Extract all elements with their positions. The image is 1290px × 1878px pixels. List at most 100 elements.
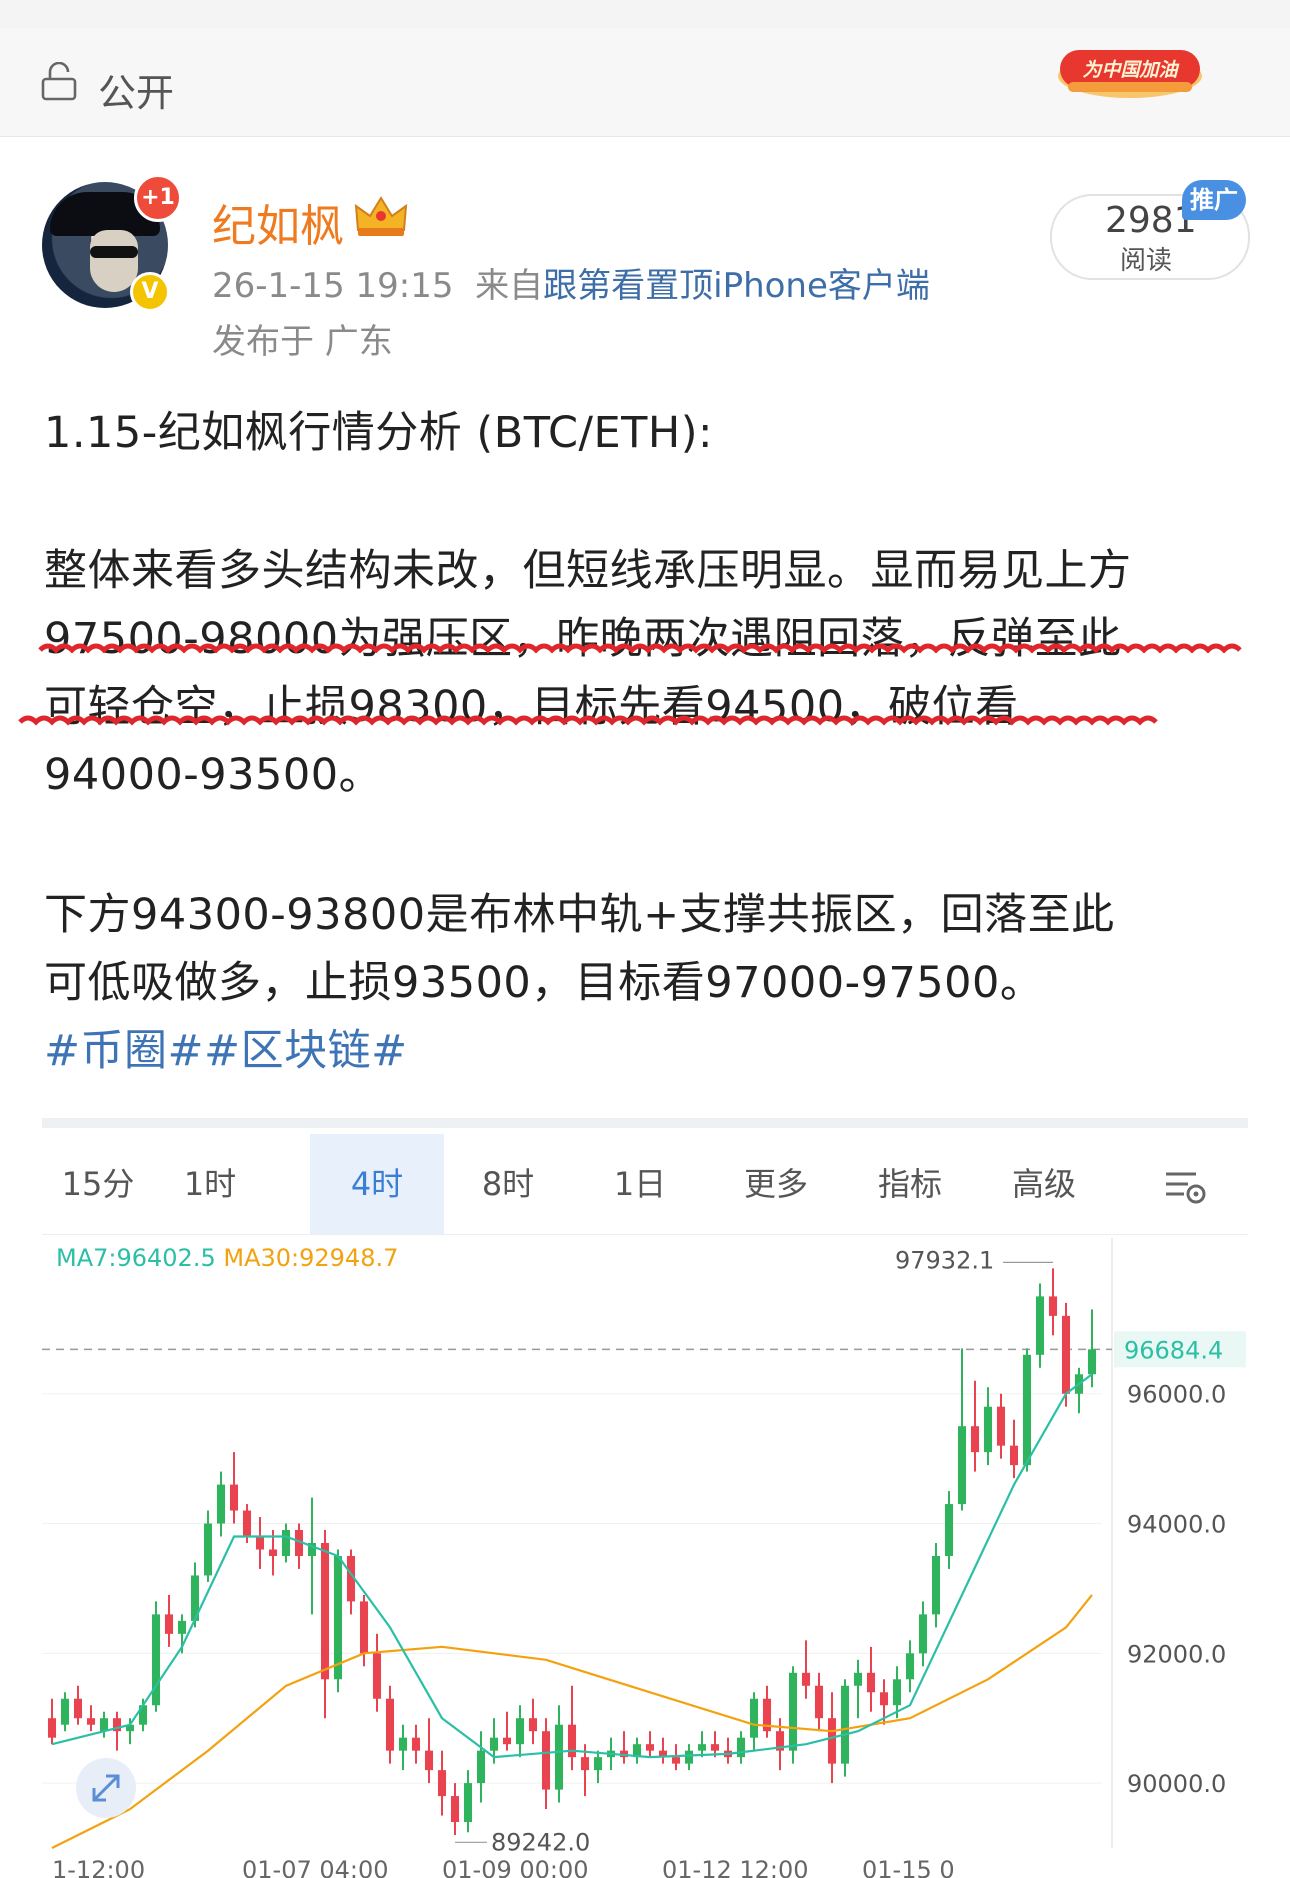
candle-body [437,1770,447,1797]
candle-body [580,1757,590,1771]
username[interactable]: 纪如枫 [212,190,344,254]
status-strip [0,0,1290,29]
candle-body [502,1737,512,1745]
tab-1d[interactable]: 1日 [584,1134,696,1234]
candle-body [788,1672,798,1751]
post-line: 下方94300-93800是布林中轨+支撑共振区，回落至此 [44,890,1115,940]
tab-15m[interactable]: 15分 [42,1134,154,1234]
last-price-label: 96684.4 [1124,1336,1223,1364]
candle-body [1061,1315,1071,1394]
y-tick-label: 92000.0 [1127,1640,1226,1668]
candle-body [320,1543,330,1680]
candle-body [385,1698,395,1751]
tab-more[interactable]: 更多 [720,1134,832,1234]
candle-body [229,1484,239,1511]
candle-body [333,1555,343,1680]
post-line: 整体来看多头结构未改，但短线承压明显。显而易见上方 [44,546,1132,596]
x-tick-label: 01-12 12:00 [662,1856,809,1878]
candle-body [645,1744,655,1751]
candle-body [528,1718,538,1732]
source-link[interactable]: 跟第看置顶iPhone客户端 [543,266,930,306]
candle-body [99,1718,109,1732]
candle-body [697,1744,707,1751]
candle-body [476,1750,486,1784]
hashtag-links[interactable]: #币圈##区块链# [44,1016,408,1078]
candle-body [892,1679,902,1706]
candle-body [970,1426,980,1453]
candle-body [853,1672,863,1686]
candle-body [489,1737,499,1751]
candle-body [242,1510,252,1537]
tab-4h[interactable]: 4时 [310,1134,444,1234]
candle-body [1035,1296,1045,1355]
candle-body [567,1724,577,1758]
x-tick-label: 01-15 0 [862,1856,955,1878]
y-tick-label: 96000.0 [1127,1381,1226,1409]
promo-badge[interactable]: 推广 [1182,180,1246,220]
candle-body [554,1724,564,1790]
candle-body [684,1750,694,1764]
candle-body [359,1601,369,1654]
candle-body [1009,1445,1019,1466]
low-price-label: 89242.0 [491,1828,590,1856]
candle-body [255,1536,265,1550]
tab-8h[interactable]: 8时 [452,1134,564,1234]
candle-body [671,1757,681,1764]
x-tick-label: 1-12:00 [52,1856,145,1878]
candle-body [515,1718,525,1745]
candle-body [203,1523,213,1576]
candle-body [814,1685,824,1719]
candle-body [944,1504,954,1556]
candle-body [177,1620,187,1634]
candle-body [736,1737,746,1758]
post-line: 可低吸做多，止损93500，目标看97000-97500。 [44,958,1044,1008]
x-tick-label: 01-07 04:00 [242,1856,389,1878]
post-time: 26-1-15 19:15 [212,266,454,306]
candle-body [593,1757,603,1771]
tab-indicators[interactable]: 指标 [854,1134,966,1234]
candle-body [47,1718,57,1738]
read-label: 阅读 [1120,246,1173,276]
candle-body [827,1718,837,1764]
candle-body [398,1737,408,1751]
candle-body [866,1672,876,1693]
candle-body [541,1731,551,1790]
candlestick-chart[interactable]: 96000.0 94000.0 92000.0 90000.0 96684.4 97932… [42,1238,1248,1878]
candle-body [1022,1354,1032,1466]
candle-body [450,1796,460,1823]
candle-body [957,1426,967,1505]
candle-body [931,1555,941,1615]
kline-chart-panel: 15分 1时 4时 8时 1日 更多 指标 高级 MA7:96402.5 MA3… [42,1118,1248,1878]
candle-body [73,1698,83,1719]
candle-body [463,1783,473,1823]
cheer-china-badge[interactable]: 为中国加油 [1050,34,1205,106]
from-prefix: 来自 [475,266,544,306]
candle-body [164,1614,174,1634]
candle-body [216,1484,226,1524]
candle-body [879,1692,889,1706]
candle-body [918,1614,928,1654]
tab-advanced[interactable]: 高级 [988,1134,1100,1234]
candle-body [996,1406,1006,1446]
chart-settings-icon[interactable] [1162,1168,1208,1206]
candle-body [268,1549,278,1556]
post-meta: 26-1-15 19:15 来自跟第看置顶iPhone客户端 [212,258,930,307]
tab-1h[interactable]: 1时 [154,1134,266,1234]
y-tick-label: 94000.0 [1127,1511,1226,1539]
verified-badge: V [130,272,170,312]
candle-body [983,1406,993,1453]
candle-body [710,1744,720,1751]
candle-body [281,1530,291,1556]
post-line: 94000-93500。 [44,750,383,800]
x-tick-label: 01-09 00:00 [442,1856,589,1878]
chart-tabs: 15分 1时 4时 8时 1日 更多 指标 高级 [42,1134,1248,1235]
cheer-badge-text: 为中国加油 [1082,59,1179,81]
lock-open-icon[interactable] [40,62,78,102]
post-line: 可轻仓空，止损98300，目标先看94500，破位看 [44,682,1019,732]
visibility-label[interactable]: 公开 [98,62,174,117]
candle-body [411,1737,421,1751]
candle-body [905,1653,915,1680]
candle-body [86,1718,96,1725]
candle-body [1048,1296,1058,1316]
candle-body [1087,1349,1097,1375]
